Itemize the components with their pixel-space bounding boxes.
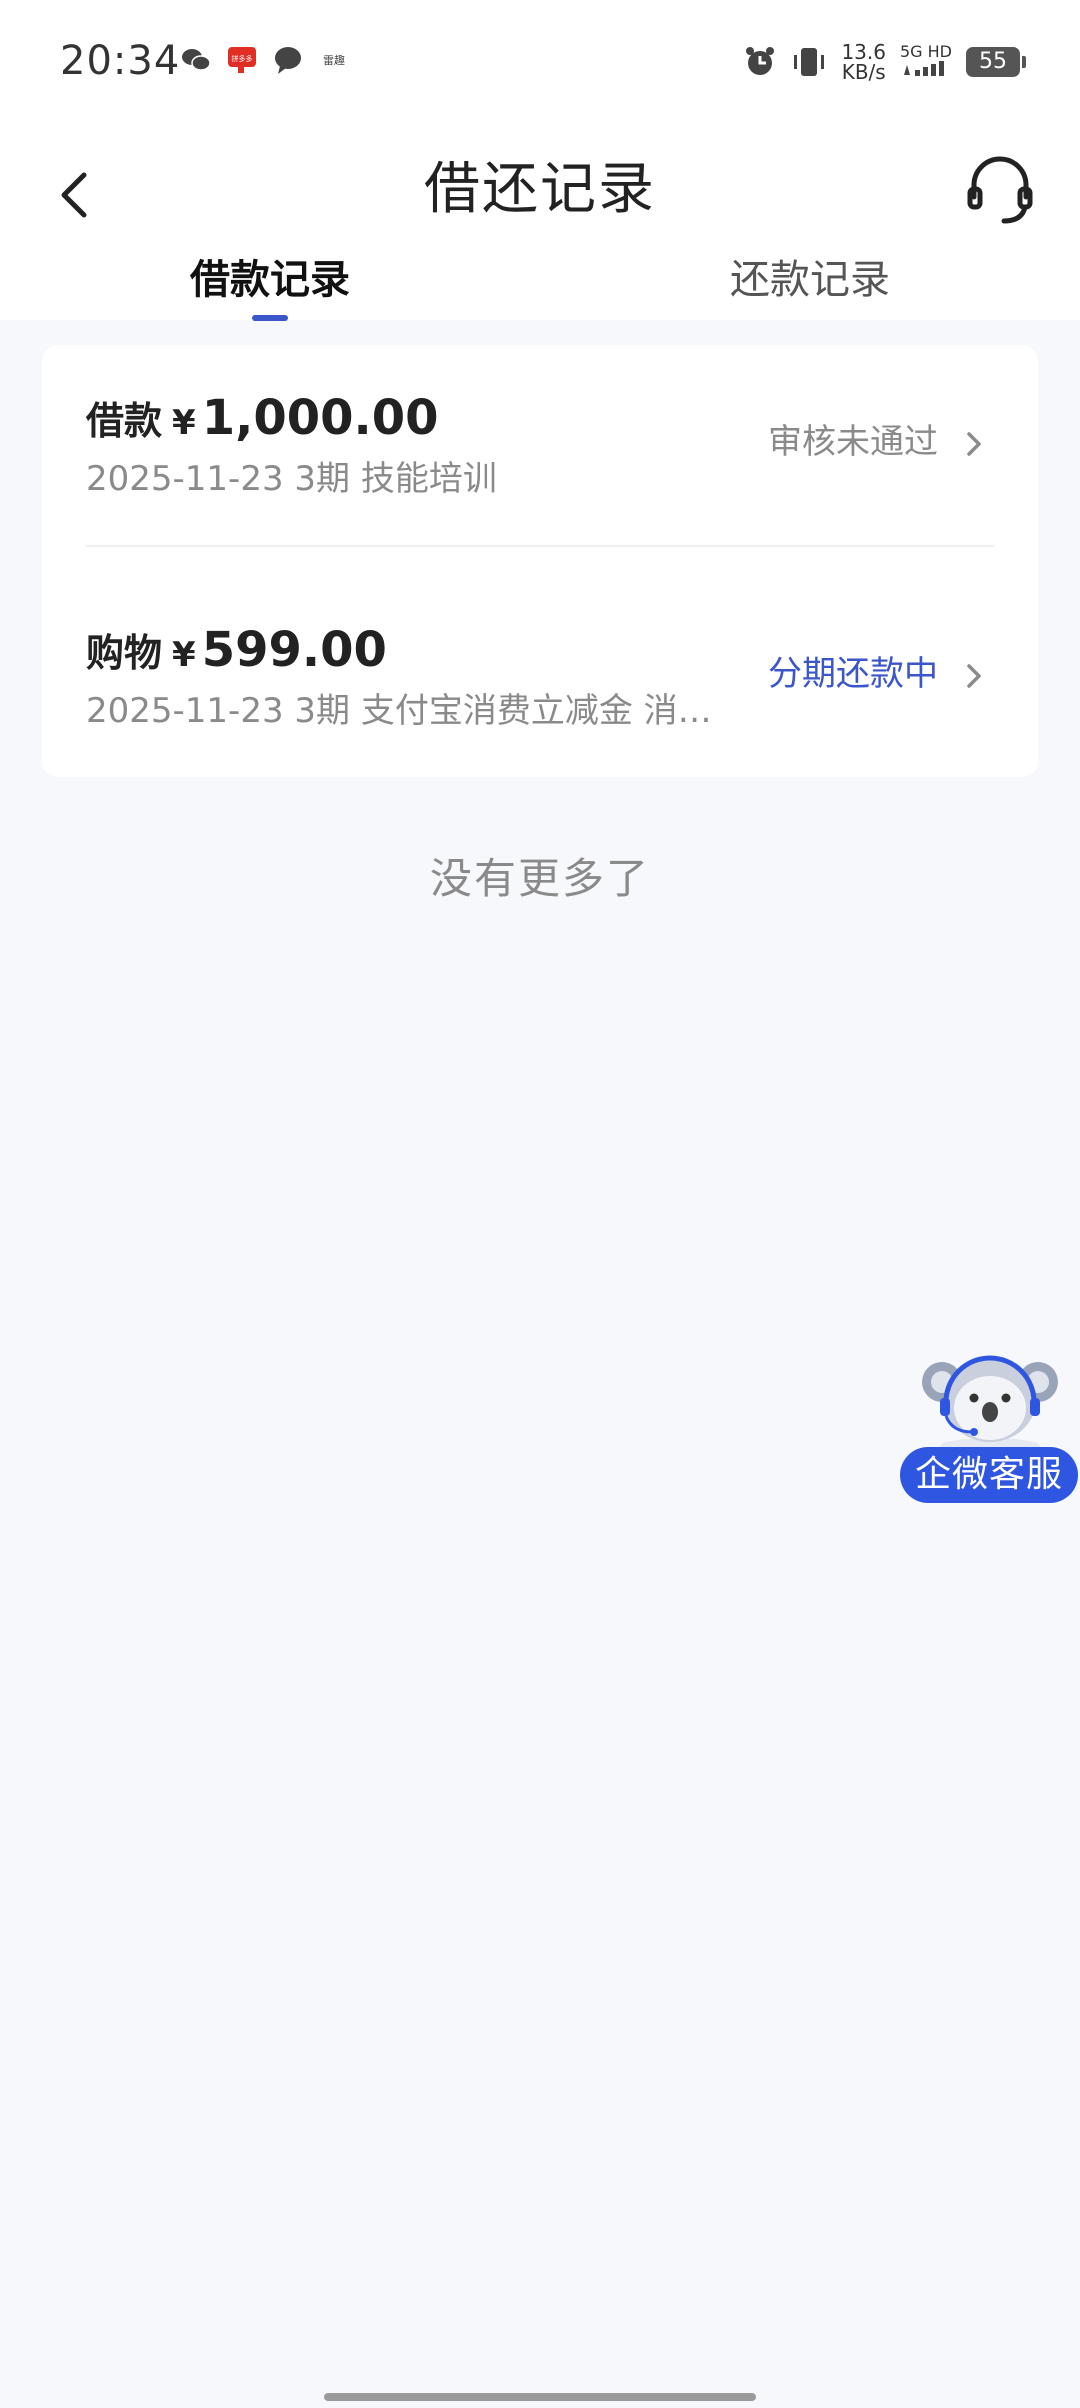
wechat-icon xyxy=(182,49,211,71)
record-amount: 599.00 xyxy=(201,622,387,678)
header: 借还记录 借款记录 还款记录 xyxy=(0,130,1080,321)
notification-icons: 拼多多 雷趣 xyxy=(180,44,350,76)
status-time: 20:34 xyxy=(60,38,181,84)
record-amount: 1,000.00 xyxy=(201,390,439,446)
currency-symbol: ¥ xyxy=(172,635,196,675)
status-right: 13.6 KB/s 5G HD 55 xyxy=(743,42,1026,82)
tab-repay-label: 还款记录 xyxy=(730,257,890,303)
record-item[interactable]: 购物 ¥ 599.00 2025-11-23 3期 支付宝消费立减金 消… 分期… xyxy=(42,577,1038,777)
tab-borrow-records[interactable]: 借款记录 xyxy=(0,245,540,315)
records-card: 借款 ¥ 1,000.00 2025-11-23 3期 技能培训 审核未通过 购… xyxy=(42,345,1038,777)
customer-service-button[interactable] xyxy=(960,145,1040,235)
wecom-service-float-button[interactable]: 企微客服 xyxy=(898,1352,1080,1512)
chevron-right-icon xyxy=(967,664,981,688)
message-icon xyxy=(275,47,301,74)
home-indicator[interactable] xyxy=(324,2393,756,2401)
currency-symbol: ¥ xyxy=(172,403,196,443)
record-amount-line: 借款 ¥ 1,000.00 xyxy=(86,390,439,446)
record-type: 购物 xyxy=(86,631,163,675)
chevron-right-icon xyxy=(967,432,981,456)
leiqu-icon: 雷趣 xyxy=(323,53,345,67)
record-item[interactable]: 借款 ¥ 1,000.00 2025-11-23 3期 技能培训 审核未通过 xyxy=(42,345,1038,547)
page-title: 借还记录 xyxy=(424,157,656,222)
leiqu-text: 雷趣 xyxy=(323,53,345,67)
divider xyxy=(86,545,994,547)
tab-borrow-label: 借款记录 xyxy=(190,257,350,303)
active-tab-indicator xyxy=(252,315,288,321)
signal-icon xyxy=(903,61,944,76)
record-subtitle: 2025-11-23 3期 技能培训 xyxy=(86,459,497,499)
network-indicator: 5G HD xyxy=(900,43,952,81)
record-subtitle: 2025-11-23 3期 支付宝消费立减金 消… xyxy=(86,691,712,731)
record-amount-line: 购物 ¥ 599.00 xyxy=(86,622,387,678)
record-status: 分期还款中 xyxy=(768,654,938,694)
no-more-text: 没有更多了 xyxy=(429,854,650,903)
koala-mascot-icon xyxy=(922,1355,1058,1452)
headset-icon xyxy=(967,156,1033,224)
wecom-service-label: 企微客服 xyxy=(900,1447,1078,1503)
battery-icon: 55 xyxy=(966,47,1026,77)
network-type: 5G HD xyxy=(899,42,952,61)
record-status: 审核未通过 xyxy=(768,422,938,462)
tab-repay-records[interactable]: 还款记录 xyxy=(540,245,1080,315)
pinduoduo-icon: 拼多多 xyxy=(228,47,256,73)
page: 20:34 拼多多 雷趣 13.6 KB/s 5G HD 55 借还记录 借款记… xyxy=(0,0,1080,2408)
record-type: 借款 xyxy=(86,399,163,443)
alarm-icon xyxy=(746,47,775,75)
speed-unit: KB/s xyxy=(841,60,886,84)
vibrate-icon xyxy=(794,48,825,76)
network-speed: 13.6 KB/s xyxy=(841,42,886,82)
status-bar: 20:34 拼多多 雷趣 13.6 KB/s 5G HD 55 xyxy=(0,0,1080,130)
pinduoduo-badge-text: 拼多多 xyxy=(232,54,253,63)
speed-value: 13.6 xyxy=(841,40,886,64)
